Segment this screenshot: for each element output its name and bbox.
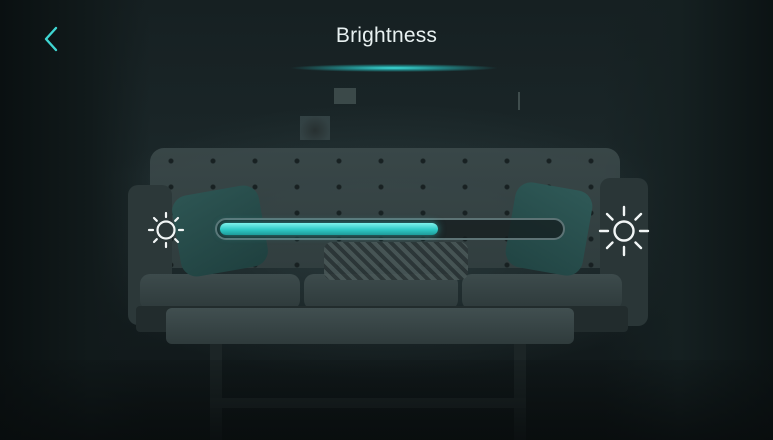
brightness-max-button[interactable] xyxy=(598,205,650,257)
brightness-slider[interactable] xyxy=(215,218,565,240)
brightness-screen: Brightness xyxy=(0,0,773,440)
wall-picture xyxy=(334,88,356,104)
sofa-seat-cushion xyxy=(462,274,622,310)
pillow-middle xyxy=(324,242,468,280)
floor xyxy=(0,360,773,440)
page-title: Brightness xyxy=(335,24,438,47)
sun-small-icon xyxy=(147,211,185,249)
coffee-table xyxy=(166,308,574,344)
brightness-slider-fill xyxy=(220,223,438,235)
wall-picture xyxy=(300,116,330,140)
brightness-min-button[interactable] xyxy=(146,210,186,250)
wall-hook xyxy=(518,92,520,110)
sun-large-icon xyxy=(598,205,650,257)
sofa-seat-cushion xyxy=(140,274,300,310)
title-underline xyxy=(290,64,498,72)
